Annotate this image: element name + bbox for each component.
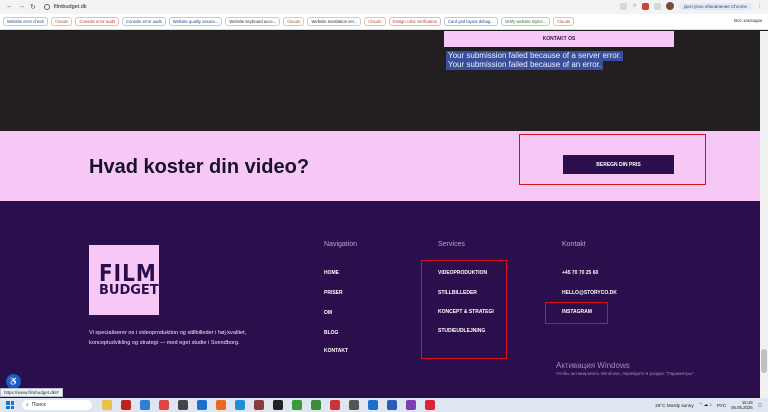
footer-link-videoproduktion[interactable]: VIDEOPRODUKTION	[438, 270, 487, 276]
bookmark-item[interactable]: Website error check	[3, 17, 49, 26]
browser-toolbar: ← → ↻ filmbudget.dk ☆ Доступно обновлени…	[0, 0, 768, 14]
taskbar-app-icon[interactable]	[159, 400, 169, 410]
clock-date: 06.05.2026	[731, 405, 753, 410]
address-bar[interactable]: filmbudget.dk	[43, 4, 87, 10]
extension-icon[interactable]	[641, 2, 649, 10]
footer-link-instagram[interactable]: INSTAGRAM	[562, 309, 592, 315]
bookmark-item[interactable]: Claude	[51, 17, 73, 26]
cta-section: Hvad koster din video? BEREGN DIN PRIS	[0, 131, 760, 201]
bookmark-item[interactable]: Website translation ver...	[307, 17, 362, 26]
footer-link-blog[interactable]: BLOG	[324, 330, 338, 336]
contact-heading: Kontakt	[562, 241, 586, 248]
notification-icon[interactable]: ▢	[758, 402, 762, 408]
search-icon: ⌕	[26, 402, 29, 408]
bookmarks-bar: Website error check Claude Console error a…	[0, 14, 768, 30]
footer-link-stillbilleder[interactable]: STILLBILLEDER	[438, 290, 477, 296]
about-text: Vi specialiserer os i videoproduktion og…	[89, 330, 247, 346]
footer-link-koncept-strategi[interactable]: KONCEPT & STRATEGI	[438, 309, 494, 315]
windows-activation-watermark: Активация Windows Чтобы активировать Win…	[556, 361, 695, 376]
activation-title: Активация Windows	[556, 361, 630, 370]
taskbar-app-icon[interactable]	[197, 400, 207, 410]
taskbar-app-icon[interactable]	[273, 400, 283, 410]
search-label: Поиск	[31, 402, 46, 408]
star-icon[interactable]: ☆	[632, 3, 636, 9]
bookmark-item[interactable]: Claude	[553, 17, 575, 26]
logo-line-1: FILM	[99, 258, 157, 287]
taskbar-app-icon[interactable]	[349, 400, 359, 410]
cta-title: Hvad koster din video?	[89, 156, 310, 178]
footer-link-studieudlejning[interactable]: STUDIEUDLEJNING	[438, 328, 485, 334]
nav-buttons: ← → ↻	[0, 3, 36, 11]
taskbar-app-icon[interactable]	[406, 400, 416, 410]
filmbudget-logo[interactable]: FILM BUDGET	[89, 245, 159, 315]
page-scrollbar[interactable]	[760, 31, 768, 398]
language-indicator[interactable]: РУС	[717, 403, 726, 408]
taskbar-app-icon[interactable]	[216, 400, 226, 410]
footer-link-priser[interactable]: PRISER	[324, 290, 343, 296]
translate-icon[interactable]	[620, 2, 628, 10]
forward-icon[interactable]: →	[18, 3, 25, 11]
calculate-price-button[interactable]: BEREGN DIN PRIS	[563, 155, 674, 174]
taskbar-app-icon[interactable]	[254, 400, 264, 410]
taskbar-search[interactable]: ⌕ Поиск	[22, 400, 92, 410]
bookmark-list: Website error check Claude Console error a…	[3, 17, 575, 26]
services-heading: Services	[438, 241, 465, 248]
weather-text[interactable]: 26°C Mostly sunny	[655, 403, 693, 408]
bookmark-item[interactable]: Website quality assura...	[168, 17, 223, 26]
taskbar-app-icon[interactable]	[425, 400, 435, 410]
url-text: filmbudget.dk	[53, 4, 87, 10]
reload-icon[interactable]: ↻	[30, 3, 36, 11]
taskbar-app-icon[interactable]	[330, 400, 340, 410]
taskbar-app-icon[interactable]	[292, 400, 302, 410]
webpage: KONTAKT OS Your submission failed becaus…	[0, 31, 760, 409]
toolbar-right: ☆ Доступно обновление Chrome ⋮	[620, 2, 762, 10]
scrollbar-thumb[interactable]	[761, 349, 767, 373]
navigation-heading: Navigation	[324, 241, 358, 248]
taskbar-app-icon[interactable]	[102, 400, 112, 410]
back-icon[interactable]: ←	[6, 3, 13, 11]
taskbar-app-icon[interactable]	[178, 400, 188, 410]
system-tray: 26°C Mostly sunny ⌃ ☁ ♪ РУС 15:19 06.05.…	[655, 398, 762, 412]
bookmark-item[interactable]: Claude	[283, 17, 305, 26]
windows-taskbar: ⌕ Поиск 26°C Mostly sunny ⌃ ☁ ♪ РУС 15:1…	[0, 398, 768, 412]
status-bar-url: https://www.filmbudget.dk/#	[0, 388, 63, 397]
taskbar-app-icon[interactable]	[368, 400, 378, 410]
menu-icon[interactable]: ⋮	[757, 3, 762, 9]
bookmark-item[interactable]: Card grid layout debug...	[444, 17, 498, 26]
footer-link-home[interactable]: HOME	[324, 270, 339, 276]
bookmark-item[interactable]: Console error audit	[75, 17, 120, 26]
extensions-puzzle-icon[interactable]	[653, 2, 661, 10]
bookmark-item[interactable]: Verify website styles...	[500, 17, 551, 26]
taskbar-app-icon[interactable]	[140, 400, 150, 410]
activation-subtitle: Чтобы активировать Windows, перейдите в …	[556, 371, 695, 376]
footer-link-om[interactable]: OM	[324, 310, 332, 316]
form-section: KONTAKT OS Your submission failed becaus…	[0, 31, 760, 131]
bookmark-item[interactable]: Claude	[364, 17, 386, 26]
taskbar-apps	[102, 400, 435, 410]
taskbar-app-icon[interactable]	[311, 400, 321, 410]
site-info-icon[interactable]	[43, 4, 50, 10]
windows-start-icon[interactable]	[6, 401, 14, 409]
footer-link-kontakt[interactable]: KONTAKT	[324, 348, 348, 354]
tray-icons[interactable]: ⌃ ☁ ♪	[699, 402, 712, 408]
update-chrome-button[interactable]: Доступно обновление Chrome	[678, 2, 752, 10]
bookmark-item[interactable]: Design color verification	[388, 17, 442, 26]
footer-email[interactable]: HELLO@STORYCO.DK	[562, 290, 617, 296]
taskbar-app-icon[interactable]	[235, 400, 245, 410]
bookmark-item[interactable]: Console error audit	[122, 17, 166, 26]
taskbar-app-icon[interactable]	[121, 400, 131, 410]
bookmark-item[interactable]: Website keyboard acce...	[225, 17, 281, 26]
footer-phone[interactable]: +45 70 70 25 60	[562, 270, 598, 276]
site-footer: FILM BUDGET Vi specialiserer os i videop…	[0, 201, 760, 409]
error-message-generic: Your submission failed because of an err…	[446, 60, 604, 70]
taskbar-app-icon[interactable]	[387, 400, 397, 410]
profile-avatar[interactable]	[665, 2, 674, 10]
clock[interactable]: 15:19 06.05.2026	[731, 400, 753, 410]
kontakt-os-button[interactable]: KONTAKT OS	[444, 31, 674, 47]
all-bookmarks[interactable]: Все закладки	[734, 18, 762, 23]
accessibility-icon[interactable]: ♿	[6, 374, 21, 389]
